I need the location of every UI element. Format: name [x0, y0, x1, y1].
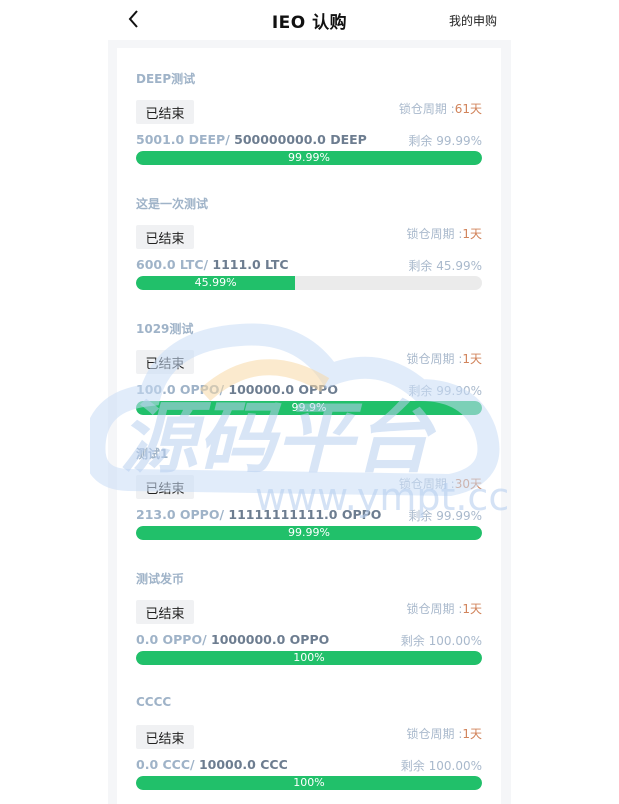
back-button[interactable]	[124, 8, 144, 30]
remain-percent: 剩余 100.00%	[400, 759, 482, 773]
ieo-list: DEEP测试 已结束 锁仓周期 :61天 5001.0 DEEP/ 500000…	[117, 48, 501, 804]
ieo-card[interactable]: 测试1 已结束 锁仓周期 :30天 213.0 OPPO/ 1111111111…	[117, 423, 501, 543]
lock-period-value: 1天	[462, 227, 482, 241]
lock-period: 锁仓周期 :1天	[407, 225, 483, 242]
progress-label: 99.99%	[288, 526, 330, 539]
status-button[interactable]: 已结束	[136, 725, 194, 749]
progress-bar: 99.9%	[136, 401, 482, 415]
progress-bar: 99.99%	[136, 151, 482, 165]
total-amount: 1000000.0 OPPO	[206, 632, 330, 647]
lock-period-label: 锁仓周期 :	[406, 352, 463, 366]
lock-period: 锁仓周期 :61天	[399, 100, 482, 117]
remain-percent: 剩余 99.90%	[408, 384, 482, 398]
total-amount: 1111.0 LTC	[208, 257, 289, 272]
lock-period: 锁仓周期 :30天	[399, 475, 482, 492]
progress-label: 100%	[293, 776, 325, 789]
remain-percent: 剩余 99.99%	[408, 134, 482, 148]
total-amount: 11111111111.0 OPPO	[224, 507, 382, 522]
total-amount: 10000.0 CCC	[194, 757, 288, 772]
sold-amount: 0.0 OPPO/	[136, 632, 207, 647]
progress-label: 45.99%	[194, 276, 237, 289]
project-name: DEEP测试	[136, 72, 196, 86]
remain-percent: 剩余 99.99%	[408, 509, 482, 523]
amount-info: 600.0 LTC/ 1111.0 LTC	[136, 257, 289, 272]
project-name: CCCC	[136, 695, 172, 709]
amount-info: 0.0 OPPO/ 1000000.0 OPPO	[136, 632, 329, 647]
sold-amount: 600.0 LTC/	[136, 257, 209, 272]
progress-label: 100%	[293, 651, 325, 664]
sold-amount: 100.0 OPPO/	[136, 382, 225, 397]
nav-header: IEO 认购 我的申购	[108, 0, 511, 40]
sold-amount: 0.0 CCC/	[136, 757, 195, 772]
my-apply-link[interactable]: 我的申购	[449, 12, 497, 29]
amount-info: 100.0 OPPO/ 100000.0 OPPO	[136, 382, 338, 397]
lock-period-value: 30天	[454, 477, 482, 491]
total-amount: 500000000.0 DEEP	[229, 132, 367, 147]
amount-info: 0.0 CCC/ 10000.0 CCC	[136, 757, 288, 772]
lock-period-label: 锁仓周期 :	[406, 602, 463, 616]
total-amount: 100000.0 OPPO	[224, 382, 338, 397]
lock-period-value: 1天	[462, 602, 482, 616]
remain-percent: 剩余 100.00%	[400, 634, 482, 648]
sold-amount: 213.0 OPPO/	[136, 507, 225, 522]
ieo-card[interactable]: 1029测试 已结束 锁仓周期 :1天 100.0 OPPO/ 100000.0…	[117, 298, 501, 418]
status-button[interactable]: 已结束	[136, 475, 194, 499]
sold-amount: 5001.0 DEEP/	[136, 132, 230, 147]
app-screen: IEO 认购 我的申购 DEEP测试 已结束 锁仓周期 :61天 5001.0 …	[108, 0, 511, 804]
progress-bar: 99.99%	[136, 526, 482, 540]
project-name: 1029测试	[136, 322, 194, 336]
progress-bar: 45.99%	[136, 276, 482, 290]
lock-period: 锁仓周期 :1天	[407, 600, 483, 617]
project-name: 测试发币	[136, 572, 185, 586]
project-name: 这是一次测试	[136, 197, 209, 211]
status-button[interactable]: 已结束	[136, 350, 194, 374]
remain-percent: 剩余 45.99%	[408, 259, 482, 273]
lock-period-label: 锁仓周期 :	[398, 477, 455, 491]
ieo-card[interactable]: CCCC 已结束 锁仓周期 :1天 0.0 CCC/ 10000.0 CCC 剩…	[117, 673, 501, 793]
lock-period-value: 61天	[454, 102, 482, 116]
progress-bar: 100%	[136, 651, 482, 665]
lock-period-label: 锁仓周期 :	[398, 102, 455, 116]
status-button[interactable]: 已结束	[136, 600, 194, 624]
page-title: IEO 认购	[271, 12, 348, 33]
lock-period: 锁仓周期 :1天	[407, 725, 483, 742]
chevron-left-icon	[128, 10, 138, 28]
progress-bar: 100%	[136, 776, 482, 790]
project-name: 测试1	[136, 447, 169, 461]
status-button[interactable]: 已结束	[136, 100, 194, 124]
ieo-card[interactable]: DEEP测试 已结束 锁仓周期 :61天 5001.0 DEEP/ 500000…	[117, 48, 501, 168]
amount-info: 5001.0 DEEP/ 500000000.0 DEEP	[136, 132, 367, 147]
lock-period-label: 锁仓周期 :	[406, 227, 463, 241]
ieo-card[interactable]: 这是一次测试 已结束 锁仓周期 :1天 600.0 LTC/ 1111.0 LT…	[117, 173, 501, 293]
lock-period-label: 锁仓周期 :	[406, 727, 463, 741]
progress-label: 99.99%	[288, 151, 330, 164]
progress-label: 99.9%	[291, 401, 327, 414]
ieo-card[interactable]: 测试发币 已结束 锁仓周期 :1天 0.0 OPPO/ 1000000.0 OP…	[117, 548, 501, 668]
lock-period-value: 1天	[462, 352, 482, 366]
amount-info: 213.0 OPPO/ 11111111111.0 OPPO	[136, 507, 381, 522]
status-button[interactable]: 已结束	[136, 225, 194, 249]
lock-period: 锁仓周期 :1天	[407, 350, 483, 367]
lock-period-value: 1天	[462, 727, 482, 741]
